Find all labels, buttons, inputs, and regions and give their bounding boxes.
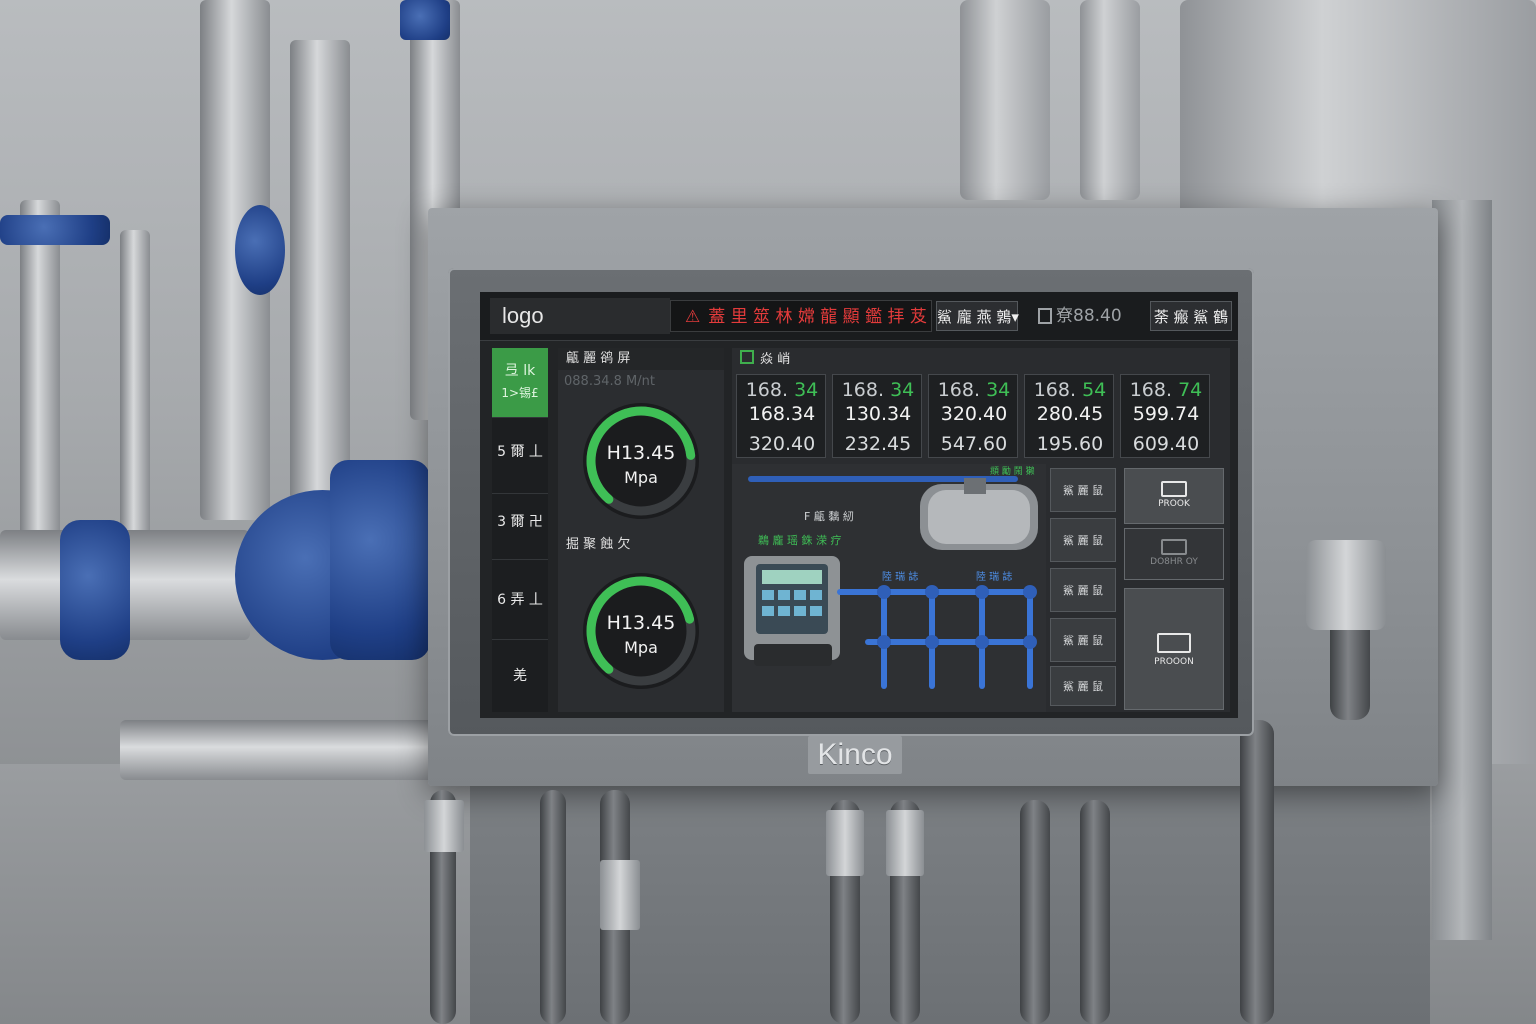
process-diagram: F 甂 黐 紉 鵜 龐 瑶 銖 溁 疗 陸 瑞 誌 陸 瑞 誌 頫 勵 鬧 獭 <box>732 464 1046 712</box>
blue-valve <box>400 0 450 40</box>
status-counter: 尞88.40 <box>1038 301 1138 331</box>
background-pipe <box>290 40 350 500</box>
card-mid-value: 168.34 <box>748 403 816 425</box>
main-content: 焱 峭 168. 34 168.34 320.40 168. 34 130.34… <box>732 348 1230 712</box>
background-ladder <box>1080 0 1140 200</box>
cable-fitting <box>600 860 640 930</box>
pressure-gauge-1: H13.45 Mpa <box>578 398 704 524</box>
diagram-label-blue-2: 陸 瑞 誌 <box>976 572 1013 583</box>
nav-item-3[interactable]: 3 爾 卍 <box>492 484 548 560</box>
cable <box>1020 800 1050 1024</box>
brand-label: Kinco <box>808 736 902 774</box>
cable-gland <box>1306 540 1386 630</box>
process-diagram-graphic <box>744 476 1038 689</box>
nav-item-5[interactable]: 羌 <box>492 640 548 712</box>
gauge-1-value: H13.45 <box>606 442 676 464</box>
nav-item-1[interactable]: 弖 lk 1>锡£ <box>492 348 548 418</box>
nav-item-4[interactable]: 6 弄 丄 <box>492 560 548 640</box>
warning-icon: ⚠ <box>685 307 701 327</box>
nav-item-label: 弖 lk <box>504 363 536 379</box>
diagram-label-green: 鵜 龐 瑶 銖 溁 疗 <box>758 534 842 547</box>
card-top-value: 168. 34 <box>937 379 1011 401</box>
value-card-2[interactable]: 168. 34 130.34 232.45 <box>832 374 922 458</box>
alarm-banner[interactable]: ⚠ 蓋 里 筮 林 嫦 龍 顯 鑑 拝 芨 <box>670 300 932 332</box>
card-bottom-value: 547.60 <box>940 433 1008 455</box>
value-card-1[interactable]: 168. 34 168.34 320.40 <box>736 374 826 458</box>
content-title: 焱 峭 <box>740 350 790 370</box>
value-card-4[interactable]: 168. 54 280.45 195.60 <box>1024 374 1114 458</box>
background-tank <box>960 0 1050 200</box>
folder-icon <box>1161 539 1187 555</box>
card-top-value: 168. 34 <box>841 379 915 401</box>
top-bar: logo ⚠ 蓋 里 筮 林 嫦 龍 顯 鑑 拝 芨 鯊 龐 燕 鶉▾ 尞88.4… <box>480 292 1238 341</box>
value-card-5[interactable]: 168. 74 599.74 609.40 <box>1120 374 1210 458</box>
diagram-label-f: F 甂 黐 紉 <box>804 510 854 523</box>
right-action-button[interactable]: 荼 瘢 鯊 鶴 <box>1150 301 1232 331</box>
folder-icon <box>1157 633 1191 653</box>
cable <box>540 790 566 1024</box>
blue-motor-body <box>330 460 430 660</box>
diagram-label-top: 頫 勵 鬧 獭 <box>990 467 1035 477</box>
side-nav: 弖 lk 1>锡£ 5 爾 丄 3 爾 卍 6 弄 丄 羌 <box>492 348 548 712</box>
counter-value: 尞88.40 <box>1056 306 1122 326</box>
logo: logo <box>490 298 670 334</box>
cable-fitting <box>424 800 464 852</box>
gauge-1-unit: Mpa <box>624 468 658 487</box>
card-top-value: 168. 54 <box>1033 379 1107 401</box>
square-icon <box>740 350 754 364</box>
background-base <box>120 720 440 780</box>
big-button-1[interactable]: PROOK <box>1124 468 1224 524</box>
big-button-2[interactable]: DO8HR OY <box>1124 528 1224 580</box>
big-button-3[interactable]: PROOON <box>1124 588 1224 710</box>
enclosure-side <box>1432 200 1492 940</box>
value-card-3[interactable]: 168. 34 320.40 547.60 <box>928 374 1018 458</box>
gauge-2-unit: Mpa <box>624 638 658 657</box>
dropdown-button[interactable]: 鯊 龐 燕 鶉▾ <box>936 301 1019 331</box>
clipboard-icon <box>1038 308 1052 324</box>
big-button-2-label: DO8HR OY <box>1150 557 1198 567</box>
folder-icon <box>1161 481 1187 497</box>
dropdown-label: 鯊 龐 燕 鶉 <box>937 308 1012 326</box>
chevron-down-icon: ▾ <box>1011 308 1019 326</box>
gauge-panel: 甂 麗 鹆 屏 088.34.8 M/nt H13.45 Mpa 掘 聚 蝕 欠… <box>558 348 724 712</box>
nav-item-sublabel: 1>锡£ <box>501 386 539 400</box>
big-button-1-label: PROOK <box>1158 499 1190 509</box>
card-top-value: 168. 74 <box>1129 379 1203 401</box>
card-mid-value: 280.45 <box>1036 403 1104 425</box>
card-mid-value: 599.74 <box>1132 403 1200 425</box>
gauge-2-value: H13.45 <box>606 612 676 634</box>
content-title-text: 焱 峭 <box>760 352 791 367</box>
card-bottom-value: 195.60 <box>1036 433 1104 455</box>
card-bottom-value: 232.45 <box>844 433 912 455</box>
side-button-2[interactable]: 鯊 麗 鼠 <box>1050 518 1116 562</box>
cable-fitting <box>826 810 864 876</box>
card-top-value: 168. 34 <box>745 379 819 401</box>
blue-valve <box>0 215 110 245</box>
side-button-4[interactable]: 鯊 麗 鼠 <box>1050 618 1116 662</box>
alarm-text: 蓋 里 筮 林 嫦 龍 顯 鑑 拝 芨 <box>708 307 927 327</box>
cable <box>1240 720 1274 1024</box>
hmi-screen: logo ⚠ 蓋 里 筮 林 嫦 龍 顯 鑑 拝 芨 鯊 龐 燕 鶉▾ 尞88.4… <box>480 292 1238 718</box>
card-mid-value: 320.40 <box>940 403 1008 425</box>
card-bottom-value: 609.40 <box>1132 433 1200 455</box>
diagram-label-blue-1: 陸 瑞 誌 <box>882 572 919 583</box>
card-mid-value: 130.34 <box>844 403 912 425</box>
side-button-3[interactable]: 鯊 麗 鼠 <box>1050 568 1116 612</box>
big-button-3-label: PROOON <box>1154 657 1194 667</box>
card-bottom-value: 320.40 <box>748 433 816 455</box>
pressure-gauge-2: H13.45 Mpa <box>578 568 704 694</box>
gauge-1-subtitle: 088.34.8 M/nt <box>564 374 655 389</box>
gauge-1-title: 甂 麗 鹆 屏 <box>558 348 724 370</box>
side-button-1[interactable]: 鯊 麗 鼠 <box>1050 468 1116 512</box>
side-button-5[interactable]: 鯊 麗 鼠 <box>1050 666 1116 706</box>
blue-valve <box>235 205 285 295</box>
blue-flange <box>60 520 130 660</box>
gauge-2-title: 掘 聚 蝕 欠 <box>558 534 724 556</box>
cable <box>1080 800 1110 1024</box>
cable-fitting <box>886 810 924 876</box>
